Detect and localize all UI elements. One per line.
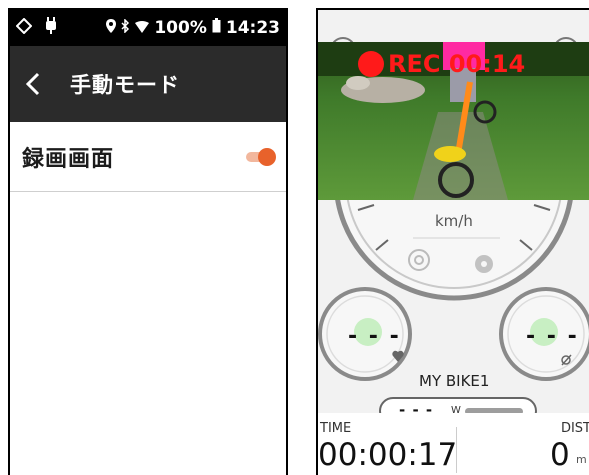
location-icon: [106, 18, 117, 38]
cadence-value: - - -: [526, 324, 579, 349]
back-button[interactable]: [22, 69, 44, 99]
setting-label: 録画画面: [22, 146, 115, 172]
bike-name: MY BIKE1: [419, 372, 490, 390]
toggle-knob: [258, 147, 276, 166]
recording-time: REC 00:14: [388, 50, 526, 78]
time-value: 00:00:17: [318, 437, 458, 473]
page-title: 手動モード: [70, 73, 180, 97]
wifi-icon: [135, 18, 150, 38]
setting-row-record-screen[interactable]: 録画画面: [10, 122, 286, 192]
gear-icon-2: [475, 255, 493, 273]
distance-value: 0: [550, 437, 570, 473]
bluetooth-icon: [121, 18, 130, 38]
camera-preview: REC 00:14: [318, 42, 589, 200]
record-screen-toggle[interactable]: [246, 147, 276, 166]
record-dot-icon: [358, 51, 384, 77]
heart-rate-value: - - -: [348, 324, 401, 349]
status-time: 14:23: [225, 18, 280, 38]
left-phone-screen: 100% 14:23 手動モード 録画画面: [8, 8, 288, 475]
time-label: TIME: [320, 421, 352, 436]
battery-icon: [212, 18, 221, 38]
distance-unit: m: [576, 453, 587, 466]
speed-unit: km/h: [435, 212, 473, 230]
app-bar: 手動モード: [10, 46, 286, 122]
status-bar: 100% 14:23: [10, 10, 286, 46]
battery-percent: 100%: [154, 18, 207, 38]
stats-panel: TIME 00:00:17 DIST 0 m: [318, 413, 589, 475]
android-debug-icon: [44, 17, 58, 39]
chevron-left-icon: [26, 72, 40, 96]
recording-indicator: REC 00:14: [358, 50, 525, 78]
sync-icon: [15, 17, 33, 39]
distance-label: DIST: [560, 421, 589, 436]
right-phone-screen: REC 00:14 km/h - - - - - - MY BIKE1 - - …: [316, 8, 589, 475]
divider: [456, 427, 457, 473]
